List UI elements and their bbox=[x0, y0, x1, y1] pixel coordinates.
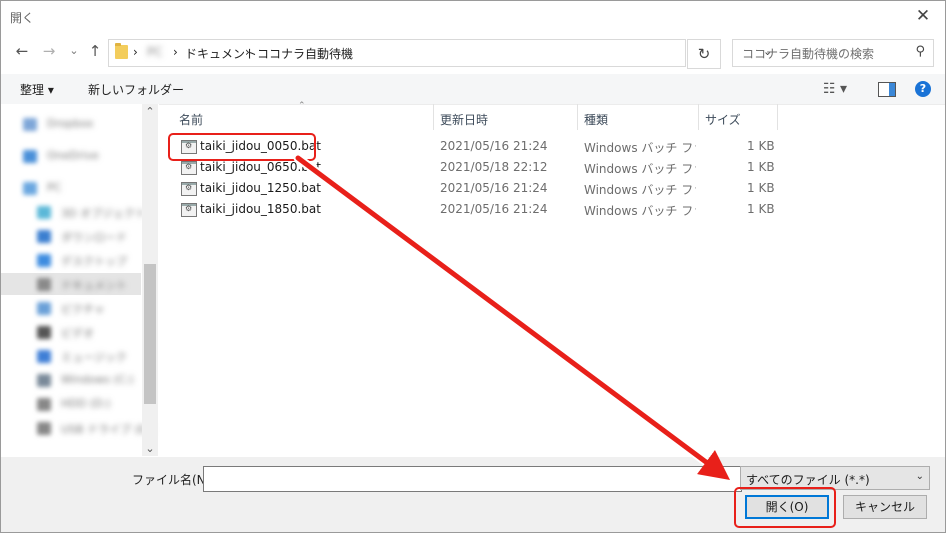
annotation-arrow bbox=[293, 153, 731, 481]
